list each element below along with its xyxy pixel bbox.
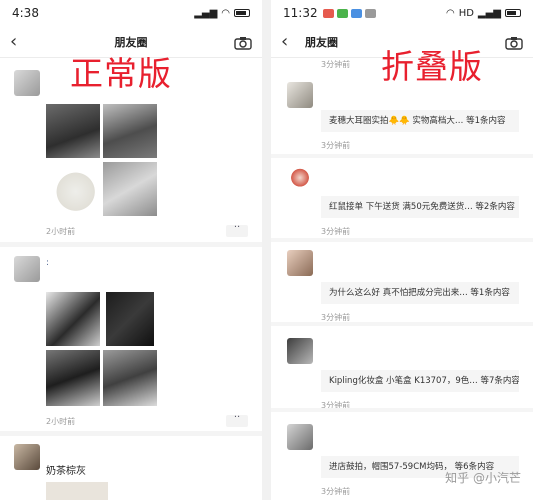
folded-post[interactable]: 进店鼓拍，帽围57-59CM均码， 等6条内容 3分钟前 xyxy=(271,418,533,500)
post-time: 3分钟前 xyxy=(321,141,351,150)
back-icon[interactable]: ‹ xyxy=(281,31,301,52)
post-image[interactable] xyxy=(103,162,157,216)
normal-moments-screen: 4:38 ▂▄▆ ◠ ‹ 朋友圈 正常版 2小时前 ·· : 2小时前 ·· 奶… xyxy=(0,0,262,500)
folded-post-summary[interactable]: Kipling化妆盒 小笔盒 K13707，9色… 等7条内容 xyxy=(321,370,519,392)
folded-post[interactable]: 红鼠接单 下午送货 满50元免费送货… 等2条内容 3分钟前 xyxy=(271,160,533,242)
status-icons: ◠ HD ▂▄▆ xyxy=(446,8,521,19)
folded-post[interactable]: 麦穗大耳圈实拍🐥🐥 实物高档大… 等1条内容 3分钟前 xyxy=(271,76,533,158)
author-name[interactable]: : xyxy=(46,258,49,268)
post-image[interactable] xyxy=(46,292,100,346)
avatar[interactable] xyxy=(287,166,313,192)
battery-icon xyxy=(234,9,250,17)
watermark: 知乎 @小汽芒 xyxy=(445,471,521,485)
signal-icon: ▂▄▆ xyxy=(194,7,218,19)
post-divider xyxy=(0,242,262,247)
author-name[interactable]: 奶茶棕灰 xyxy=(46,462,86,477)
folded-post[interactable]: Kipling化妆盒 小笔盒 K13707，9色… 等7条内容 3分钟前 xyxy=(271,330,533,412)
post-divider xyxy=(271,154,533,158)
post-divider xyxy=(271,238,533,242)
folded-post-summary[interactable]: 麦穗大耳圈实拍🐥🐥 实物高档大… 等1条内容 xyxy=(321,110,519,132)
wifi-icon: ◠ xyxy=(445,7,455,19)
status-bar: 11:32 ◠ HD ▂▄▆ xyxy=(271,0,533,26)
post-image[interactable] xyxy=(46,104,100,158)
status-icons: ▂▄▆ ◠ xyxy=(194,8,250,19)
status-bar: 4:38 ▂▄▆ ◠ xyxy=(0,0,262,26)
post-divider xyxy=(271,408,533,412)
post-image[interactable] xyxy=(46,482,108,500)
camera-icon[interactable] xyxy=(505,35,523,50)
post-image[interactable] xyxy=(46,162,100,216)
post-divider xyxy=(0,431,262,436)
more-actions-button[interactable]: ·· xyxy=(226,413,248,427)
avatar[interactable] xyxy=(14,256,40,282)
avatar[interactable] xyxy=(287,338,313,364)
post-time: 3分钟前 xyxy=(321,227,351,236)
post-image[interactable] xyxy=(46,350,100,406)
folded-moments-screen: 11:32 ◠ HD ▂▄▆ ‹ 朋友圈 折叠版 3分钟前 麦穗大耳圈实拍🐥🐥 … xyxy=(271,0,533,500)
panel-divider xyxy=(262,0,271,500)
folded-post-summary[interactable]: 红鼠接单 下午送货 满50元免费送货… 等2条内容 xyxy=(321,196,519,218)
post-time: 2小时前 xyxy=(46,227,76,236)
post-time: 2小时前 xyxy=(46,417,76,426)
status-time: 11:32 xyxy=(283,6,318,20)
avatar[interactable] xyxy=(14,70,40,96)
post-image[interactable] xyxy=(106,292,154,346)
status-time: 4:38 xyxy=(12,6,39,20)
avatar[interactable] xyxy=(287,250,313,276)
camera-icon[interactable] xyxy=(234,35,252,50)
post-time: 3分钟前 xyxy=(321,487,351,496)
wifi-icon: ◠ xyxy=(221,7,230,19)
avatar[interactable] xyxy=(14,444,40,470)
signal-icon: ▂▄▆ xyxy=(477,7,501,19)
more-actions-button[interactable]: ·· xyxy=(226,223,248,237)
folded-post-summary[interactable]: 为什么这么好 真不怕把成分完出来… 等1条内容 xyxy=(321,282,519,304)
folded-post[interactable]: 为什么这么好 真不怕把成分完出来… 等1条内容 3分钟前 xyxy=(271,244,533,326)
avatar[interactable] xyxy=(287,424,313,450)
post-image[interactable] xyxy=(103,104,157,158)
folded-version-label: 折叠版 xyxy=(381,47,483,86)
avatar[interactable] xyxy=(287,82,313,108)
notification-icons xyxy=(322,8,376,18)
post-divider xyxy=(271,322,533,326)
battery-icon xyxy=(505,9,521,17)
hd-indicator: HD xyxy=(458,7,474,19)
post-image[interactable] xyxy=(103,350,157,406)
normal-version-label: 正常版 xyxy=(70,54,172,93)
post-time: 3分钟前 xyxy=(321,60,351,69)
